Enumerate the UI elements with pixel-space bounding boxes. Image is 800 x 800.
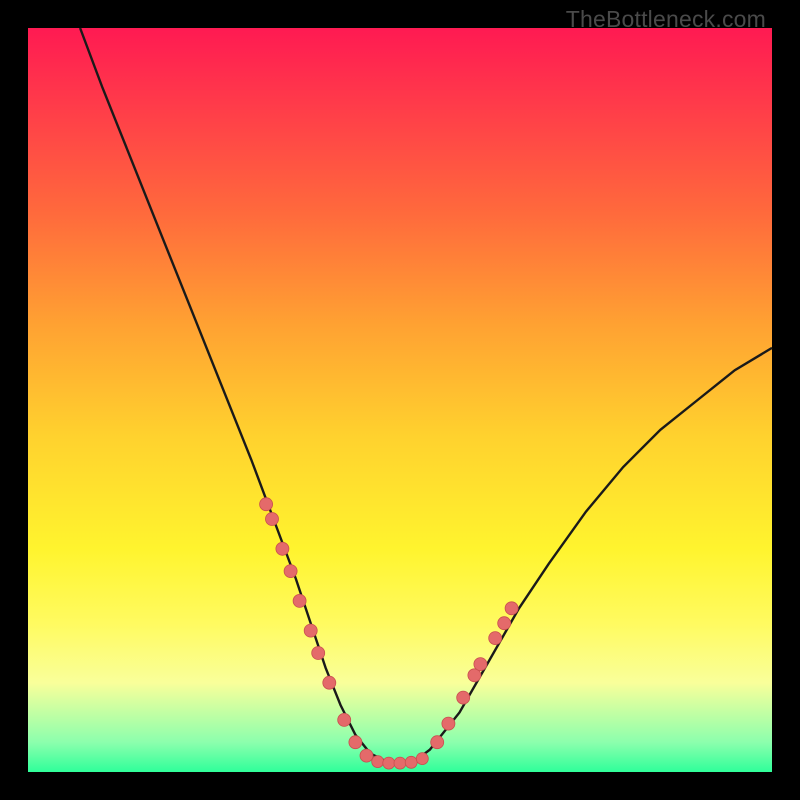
curve-marker [498, 617, 511, 630]
curve-marker [394, 757, 406, 769]
curve-marker [474, 658, 487, 671]
curve-marker [360, 749, 373, 762]
curve-marker [293, 594, 306, 607]
curve-marker [442, 717, 455, 730]
curve-marker [416, 753, 428, 765]
curve-marker [312, 647, 325, 660]
curve-marker [457, 691, 470, 704]
curve-marker [489, 632, 502, 645]
curve-marker [323, 676, 336, 689]
curve-marker [266, 513, 279, 526]
watermark-text: TheBottleneck.com [566, 6, 766, 33]
curve-marker [372, 756, 384, 768]
curve-marker [260, 498, 273, 511]
curve-marker [284, 565, 297, 578]
curve-marker [276, 542, 289, 555]
curve-markers [260, 498, 518, 769]
chart-svg [28, 28, 772, 772]
curve-marker [405, 756, 417, 768]
chart-plot-area [28, 28, 772, 772]
curve-marker [383, 757, 395, 769]
curve-marker [304, 624, 317, 637]
curve-marker [349, 736, 362, 749]
curve-marker [431, 736, 444, 749]
curve-marker [338, 713, 351, 726]
bottleneck-curve [80, 28, 772, 763]
curve-marker [505, 602, 518, 615]
